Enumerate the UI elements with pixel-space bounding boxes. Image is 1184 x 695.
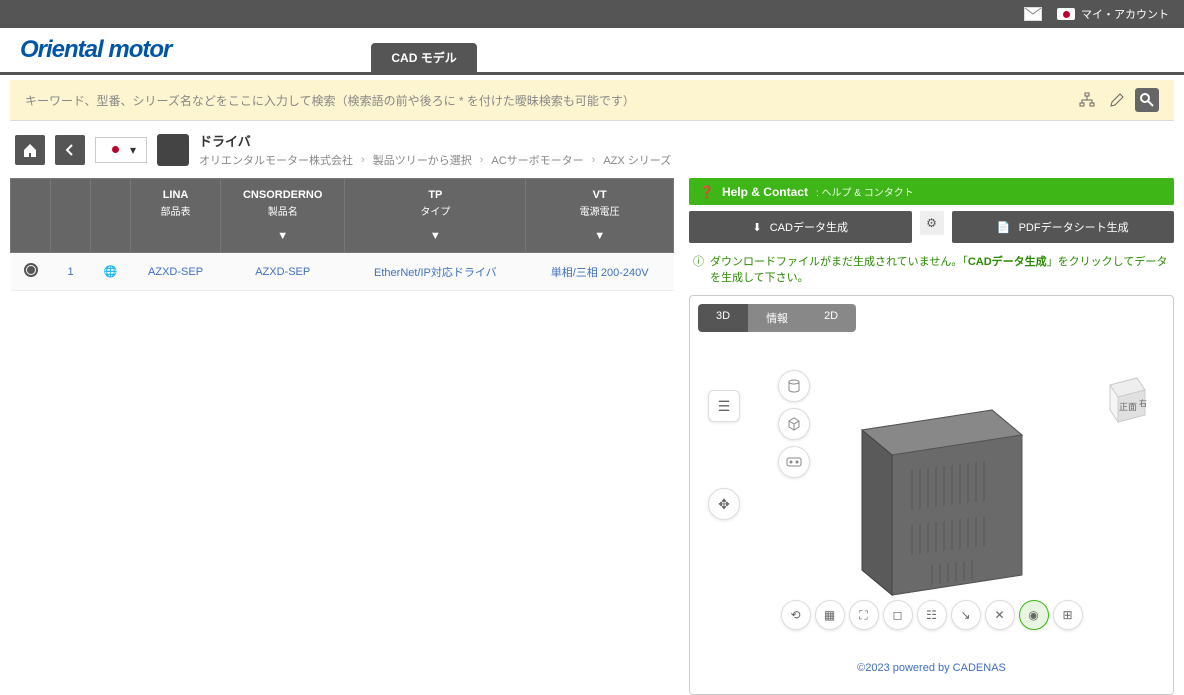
logo: Oriental motor [20,36,171,72]
tool-fit-icon[interactable]: ⛶ [849,600,879,630]
svg-text:正面: 正面 [1119,402,1137,412]
move-icon[interactable]: ✥ [708,488,740,520]
tool-shade-icon[interactable]: ◉ [1019,600,1049,630]
tool-stack-icon[interactable]: ☷ [917,600,947,630]
sitemap-icon[interactable] [1075,88,1099,112]
th-orderno: CNSORDERNO [227,189,338,201]
tool-box-icon[interactable]: ◻ [883,600,913,630]
home-button[interactable] [15,135,45,165]
cube-icon[interactable] [778,408,810,440]
parts-table: LINA部品表 CNSORDERNO製品名▼ TPタイプ▼ VT電源電圧▼ 1 … [10,178,674,291]
filter-icon[interactable]: ▼ [594,230,605,242]
tool-measure-icon[interactable]: ↘ [951,600,981,630]
th-lina: LINA [137,189,214,201]
help-contact-bar[interactable]: ❓ Help & Contact : ヘルプ & コンタクト [689,178,1174,205]
th-vt: VT [532,189,667,201]
breadcrumb-item[interactable]: 製品ツリーから選択 [373,152,472,168]
row-radio[interactable] [24,263,38,277]
svg-text:右: 右 [1139,398,1147,408]
cad-generate-button[interactable]: ⬇ CADデータ生成 [689,211,912,243]
search-icon[interactable] [1135,88,1159,112]
document-icon: 📄 [997,221,1011,234]
info-icon: ⓘ [693,253,704,269]
cylinder-icon[interactable] [778,370,810,402]
flag-jp-icon [106,144,124,156]
tool-texture-icon[interactable]: ▦ [815,600,845,630]
tool-section-icon[interactable]: ✕ [985,600,1015,630]
pdf-generate-button[interactable]: 📄 PDFデータシート生成 [952,211,1175,243]
breadcrumb-item[interactable]: AZX シリーズ [603,152,671,168]
cell-orderno[interactable]: AZXD-SEP [255,266,310,278]
breadcrumb-item[interactable]: ACサーボモーター [491,152,583,168]
cad-settings-icon[interactable]: ⚙ [920,211,944,235]
pencil-icon[interactable] [1105,88,1129,112]
tab-3d[interactable]: 3D [698,304,748,332]
view-cube[interactable]: 正面 右 [1095,370,1155,430]
th-tp: TP [351,189,519,201]
account-label: マイ・アカウント [1081,6,1169,22]
cell-lina[interactable]: AZXD-SEP [148,266,203,278]
search-input[interactable]: キーワード、型番、シリーズ名などをここに入力して検索（検索語の前や後ろに * を… [25,92,1065,109]
vr-icon[interactable] [778,446,810,478]
tool-wire-icon[interactable]: ⊞ [1053,600,1083,630]
my-account-link[interactable]: マイ・アカウント [1057,6,1169,22]
cadenas-link[interactable]: ©2023 powered by CADENAS [857,662,1006,674]
question-icon: ❓ [699,185,714,199]
cell-vt[interactable]: 単相/三相 200-240V [551,267,649,279]
download-icon: ⬇ [753,221,762,234]
tab-cad-model[interactable]: CAD モデル [371,43,476,72]
breadcrumb-item[interactable]: オリエンタルモーター株式会社 [199,152,353,168]
flag-jp-icon [1057,8,1075,20]
cell-tp[interactable]: EtherNet/IP対応ドライバ [374,267,497,279]
model-3d-view[interactable] [812,380,1052,620]
list-icon[interactable]: ☰ [708,390,740,422]
language-select[interactable]: ▾ [95,137,147,163]
chevron-down-icon: ▾ [130,143,136,157]
filter-icon[interactable]: ▼ [430,230,441,242]
page-title: ドライバ [199,131,671,150]
tool-rotate-icon[interactable]: ⟲ [781,600,811,630]
viewer-panel: 3D 情報 2D ☰ ✥ [689,295,1174,695]
tab-info[interactable]: 情報 [748,304,806,332]
breadcrumb: オリエンタルモーター株式会社› 製品ツリーから選択› ACサーボモーター› AZ… [199,152,671,168]
filter-icon[interactable]: ▼ [277,230,288,242]
row-num[interactable]: 1 [67,266,73,278]
back-button[interactable] [55,135,85,165]
product-thumbnail [157,134,189,166]
warning-message: ⓘ ダウンロードファイルがまだ生成されていません。「CADデータ生成」をクリック… [689,243,1174,295]
globe-icon[interactable]: 🌐 [104,266,118,278]
table-row[interactable]: 1 🌐 AZXD-SEP AZXD-SEP EtherNet/IP対応ドライバ … [11,253,674,291]
mail-icon[interactable] [1024,7,1042,21]
tab-2d[interactable]: 2D [806,304,856,332]
